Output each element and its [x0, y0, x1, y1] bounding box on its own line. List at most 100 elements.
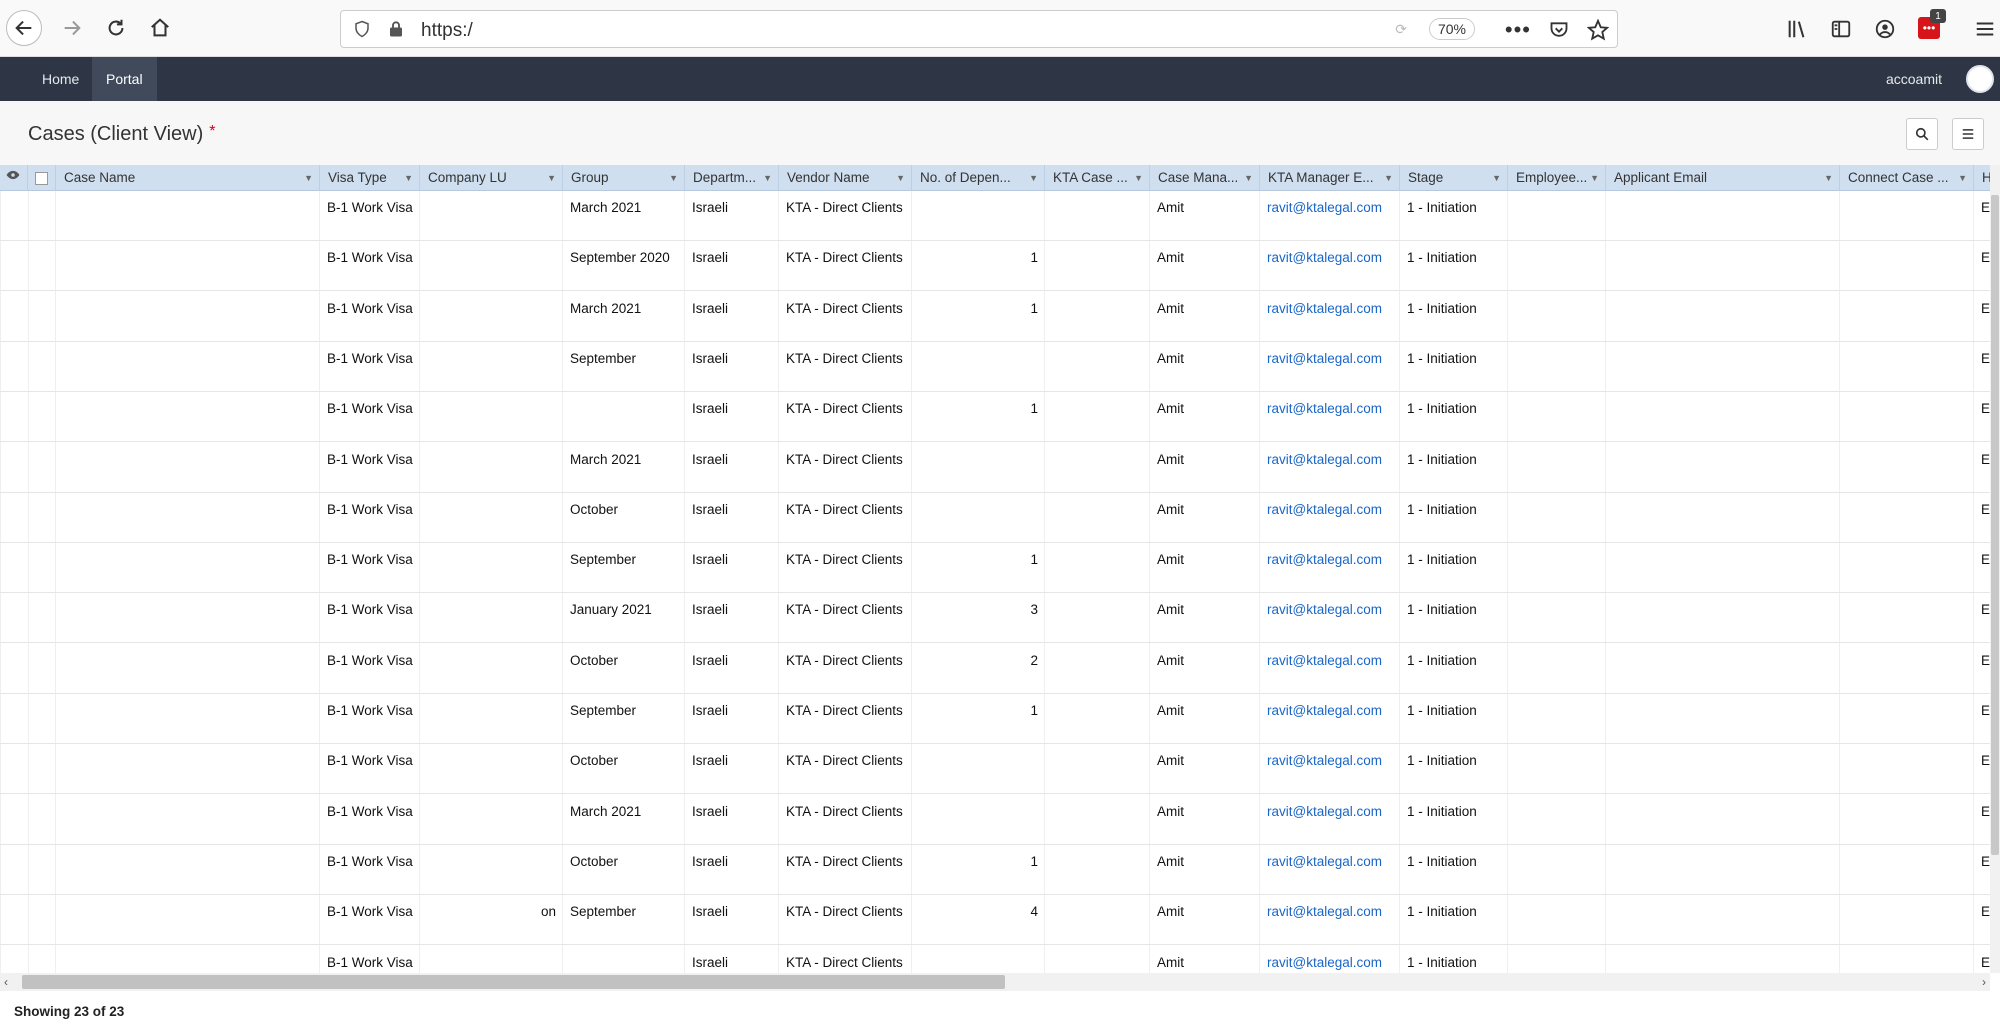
column-header[interactable]: Case Mana... ▼ [1150, 165, 1260, 191]
visibility-column-header[interactable] [0, 165, 28, 191]
column-menu-icon[interactable]: ▼ [304, 165, 313, 191]
scroll-right-icon[interactable]: › [1982, 975, 1986, 989]
table-row[interactable]: B-1 Work Visa on September Israeli KTA - Dir… [0, 895, 1990, 946]
more-icon[interactable]: ••• [1505, 17, 1531, 43]
column-menu-icon[interactable]: ▼ [1244, 165, 1253, 191]
home-button[interactable] [142, 10, 178, 46]
column-menu-icon[interactable]: ▼ [1824, 165, 1833, 191]
cell-email[interactable]: ravit@ktalegal.com [1267, 653, 1382, 668]
cell-deps: 1 [1030, 853, 1038, 869]
column-header[interactable]: KTA Case ... ▼ [1045, 165, 1150, 191]
cell-email[interactable]: ravit@ktalegal.com [1267, 552, 1382, 567]
cell-email[interactable]: ravit@ktalegal.com [1267, 502, 1382, 517]
cell-email[interactable]: ravit@ktalegal.com [1267, 250, 1382, 265]
library-icon[interactable] [1786, 18, 1808, 40]
cell-group: January 2021 [570, 602, 652, 618]
column-header[interactable]: Visa Type ▼ [320, 165, 420, 191]
column-menu-icon[interactable]: ▼ [763, 165, 772, 191]
hamburger-menu-icon[interactable] [1974, 18, 1996, 40]
table-row[interactable]: B-1 Work Visa October Israeli KTA - Direct … [0, 744, 1990, 795]
cell-email[interactable]: ravit@ktalegal.com [1267, 602, 1382, 617]
column-menu-icon[interactable]: ▼ [669, 165, 678, 191]
zoom-level[interactable]: 70% [1429, 18, 1475, 40]
table-row[interactable]: B-1 Work Visa Israeli KTA - Direct Clients… [0, 392, 1990, 443]
search-button[interactable] [1906, 118, 1938, 150]
reload-button[interactable] [98, 10, 134, 46]
column-menu-icon[interactable]: ▼ [1590, 165, 1599, 191]
vertical-scrollbar[interactable] [1990, 165, 2000, 973]
cell-email[interactable]: ravit@ktalegal.com [1267, 401, 1382, 416]
forward-button[interactable] [54, 10, 90, 46]
avatar[interactable] [1966, 65, 1994, 93]
cell-email[interactable]: ravit@ktalegal.com [1267, 804, 1382, 819]
cell-email[interactable]: ravit@ktalegal.com [1267, 703, 1382, 718]
cell-email[interactable]: ravit@ktalegal.com [1267, 200, 1382, 215]
column-header[interactable]: Vendor Name ▼ [779, 165, 912, 191]
cell-group: October [570, 753, 619, 769]
table-row[interactable]: B-1 Work Visa September Israeli KTA - Direc… [0, 543, 1990, 594]
column-menu-icon[interactable]: ▼ [896, 165, 905, 191]
column-menu-icon[interactable]: ▼ [1958, 165, 1967, 191]
table-row[interactable]: B-1 Work Visa September Israeli KTA - Direc… [0, 694, 1990, 744]
column-header[interactable]: Ho [1974, 165, 1990, 191]
table-row[interactable]: B-1 Work Visa March 2021 Israeli KTA - Dire… [0, 292, 1990, 342]
column-menu-icon[interactable]: ▼ [404, 165, 413, 191]
user-name[interactable]: accoamit [1886, 71, 1942, 87]
address-bar[interactable]: https:/ ⟳ 70% ••• [340, 10, 1618, 48]
column-header-label: Stage [1408, 170, 1444, 185]
column-header[interactable]: Company LU ▼ [420, 165, 563, 191]
nav-home[interactable]: Home [28, 57, 93, 101]
cell-visa: B-1 Work Visa [327, 501, 413, 517]
horizontal-scroll-thumb[interactable] [22, 975, 1005, 989]
column-menu-icon[interactable]: ▼ [547, 165, 556, 191]
nav-portal[interactable]: Portal [92, 57, 157, 101]
column-header[interactable]: Applicant Email ▼ [1606, 165, 1840, 191]
cell-email[interactable]: ravit@ktalegal.com [1267, 753, 1382, 768]
cell-email[interactable]: ravit@ktalegal.com [1267, 904, 1382, 919]
cell-email[interactable]: ravit@ktalegal.com [1267, 452, 1382, 467]
column-header[interactable]: Case Name ▼ [56, 165, 320, 191]
cell-ho: Er [1981, 954, 1990, 970]
table-row[interactable]: B-1 Work Visa Israeli KTA - Direct Clients… [0, 946, 1990, 974]
cell-vendor: KTA - Direct Clients [786, 401, 903, 417]
back-button[interactable] [6, 10, 42, 46]
view-menu-button[interactable] [1952, 118, 1984, 150]
table-row[interactable]: B-1 Work Visa October Israeli KTA - Direct … [0, 493, 1990, 543]
select-all-checkbox[interactable] [35, 171, 48, 185]
cell-email[interactable]: ravit@ktalegal.com [1267, 351, 1382, 366]
cell-email[interactable]: ravit@ktalegal.com [1267, 854, 1382, 869]
cell-dept: Israeli [692, 250, 729, 266]
table-row[interactable]: B-1 Work Visa March 2021 Israeli KTA - Dire… [0, 191, 1990, 241]
cell-vendor: KTA - Direct Clients [786, 803, 903, 819]
sidebar-icon[interactable] [1830, 18, 1852, 40]
cell-email[interactable]: ravit@ktalegal.com [1267, 301, 1382, 316]
column-header[interactable]: KTA Manager E... ▼ [1260, 165, 1400, 191]
column-header[interactable]: Departm... ▼ [685, 165, 779, 191]
table-row[interactable]: B-1 Work Visa September Israeli KTA - Direc… [0, 342, 1990, 392]
cell-deps: 1 [1030, 401, 1038, 417]
column-header[interactable]: Group ▼ [563, 165, 685, 191]
table-row[interactable]: B-1 Work Visa October Israeli KTA - Direct … [0, 845, 1990, 895]
pocket-icon[interactable] [1549, 20, 1569, 40]
table-row[interactable]: B-1 Work Visa March 2021 Israeli KTA - Dire… [0, 443, 1990, 493]
column-header[interactable]: Stage ▼ [1400, 165, 1508, 191]
scroll-left-icon[interactable]: ‹ [4, 975, 8, 989]
star-icon[interactable] [1587, 19, 1609, 41]
table-row[interactable]: B-1 Work Visa September 2020 Israeli KTA - … [0, 241, 1990, 292]
vertical-scroll-thumb[interactable] [1991, 195, 1999, 855]
column-header[interactable]: Connect Case ... ▼ [1840, 165, 1974, 191]
column-header-label: Employee... [1516, 170, 1588, 185]
table-row[interactable]: B-1 Work Visa January 2021 Israeli KTA - Di… [0, 593, 1990, 644]
column-menu-icon[interactable]: ▼ [1134, 165, 1143, 191]
cell-manager: Amit [1157, 803, 1184, 819]
column-menu-icon[interactable]: ▼ [1029, 165, 1038, 191]
account-icon[interactable] [1874, 18, 1896, 40]
cell-email[interactable]: ravit@ktalegal.com [1267, 955, 1382, 970]
table-row[interactable]: B-1 Work Visa March 2021 Israeli KTA - Dire… [0, 795, 1990, 845]
column-menu-icon[interactable]: ▼ [1384, 165, 1393, 191]
column-header[interactable]: Employee... ▼ [1508, 165, 1606, 191]
column-header[interactable]: No. of Depen... ▼ [912, 165, 1045, 191]
table-row[interactable]: B-1 Work Visa October Israeli KTA - Direct … [0, 644, 1990, 694]
horizontal-scrollbar[interactable]: ‹ › [0, 973, 1990, 991]
column-menu-icon[interactable]: ▼ [1492, 165, 1501, 191]
